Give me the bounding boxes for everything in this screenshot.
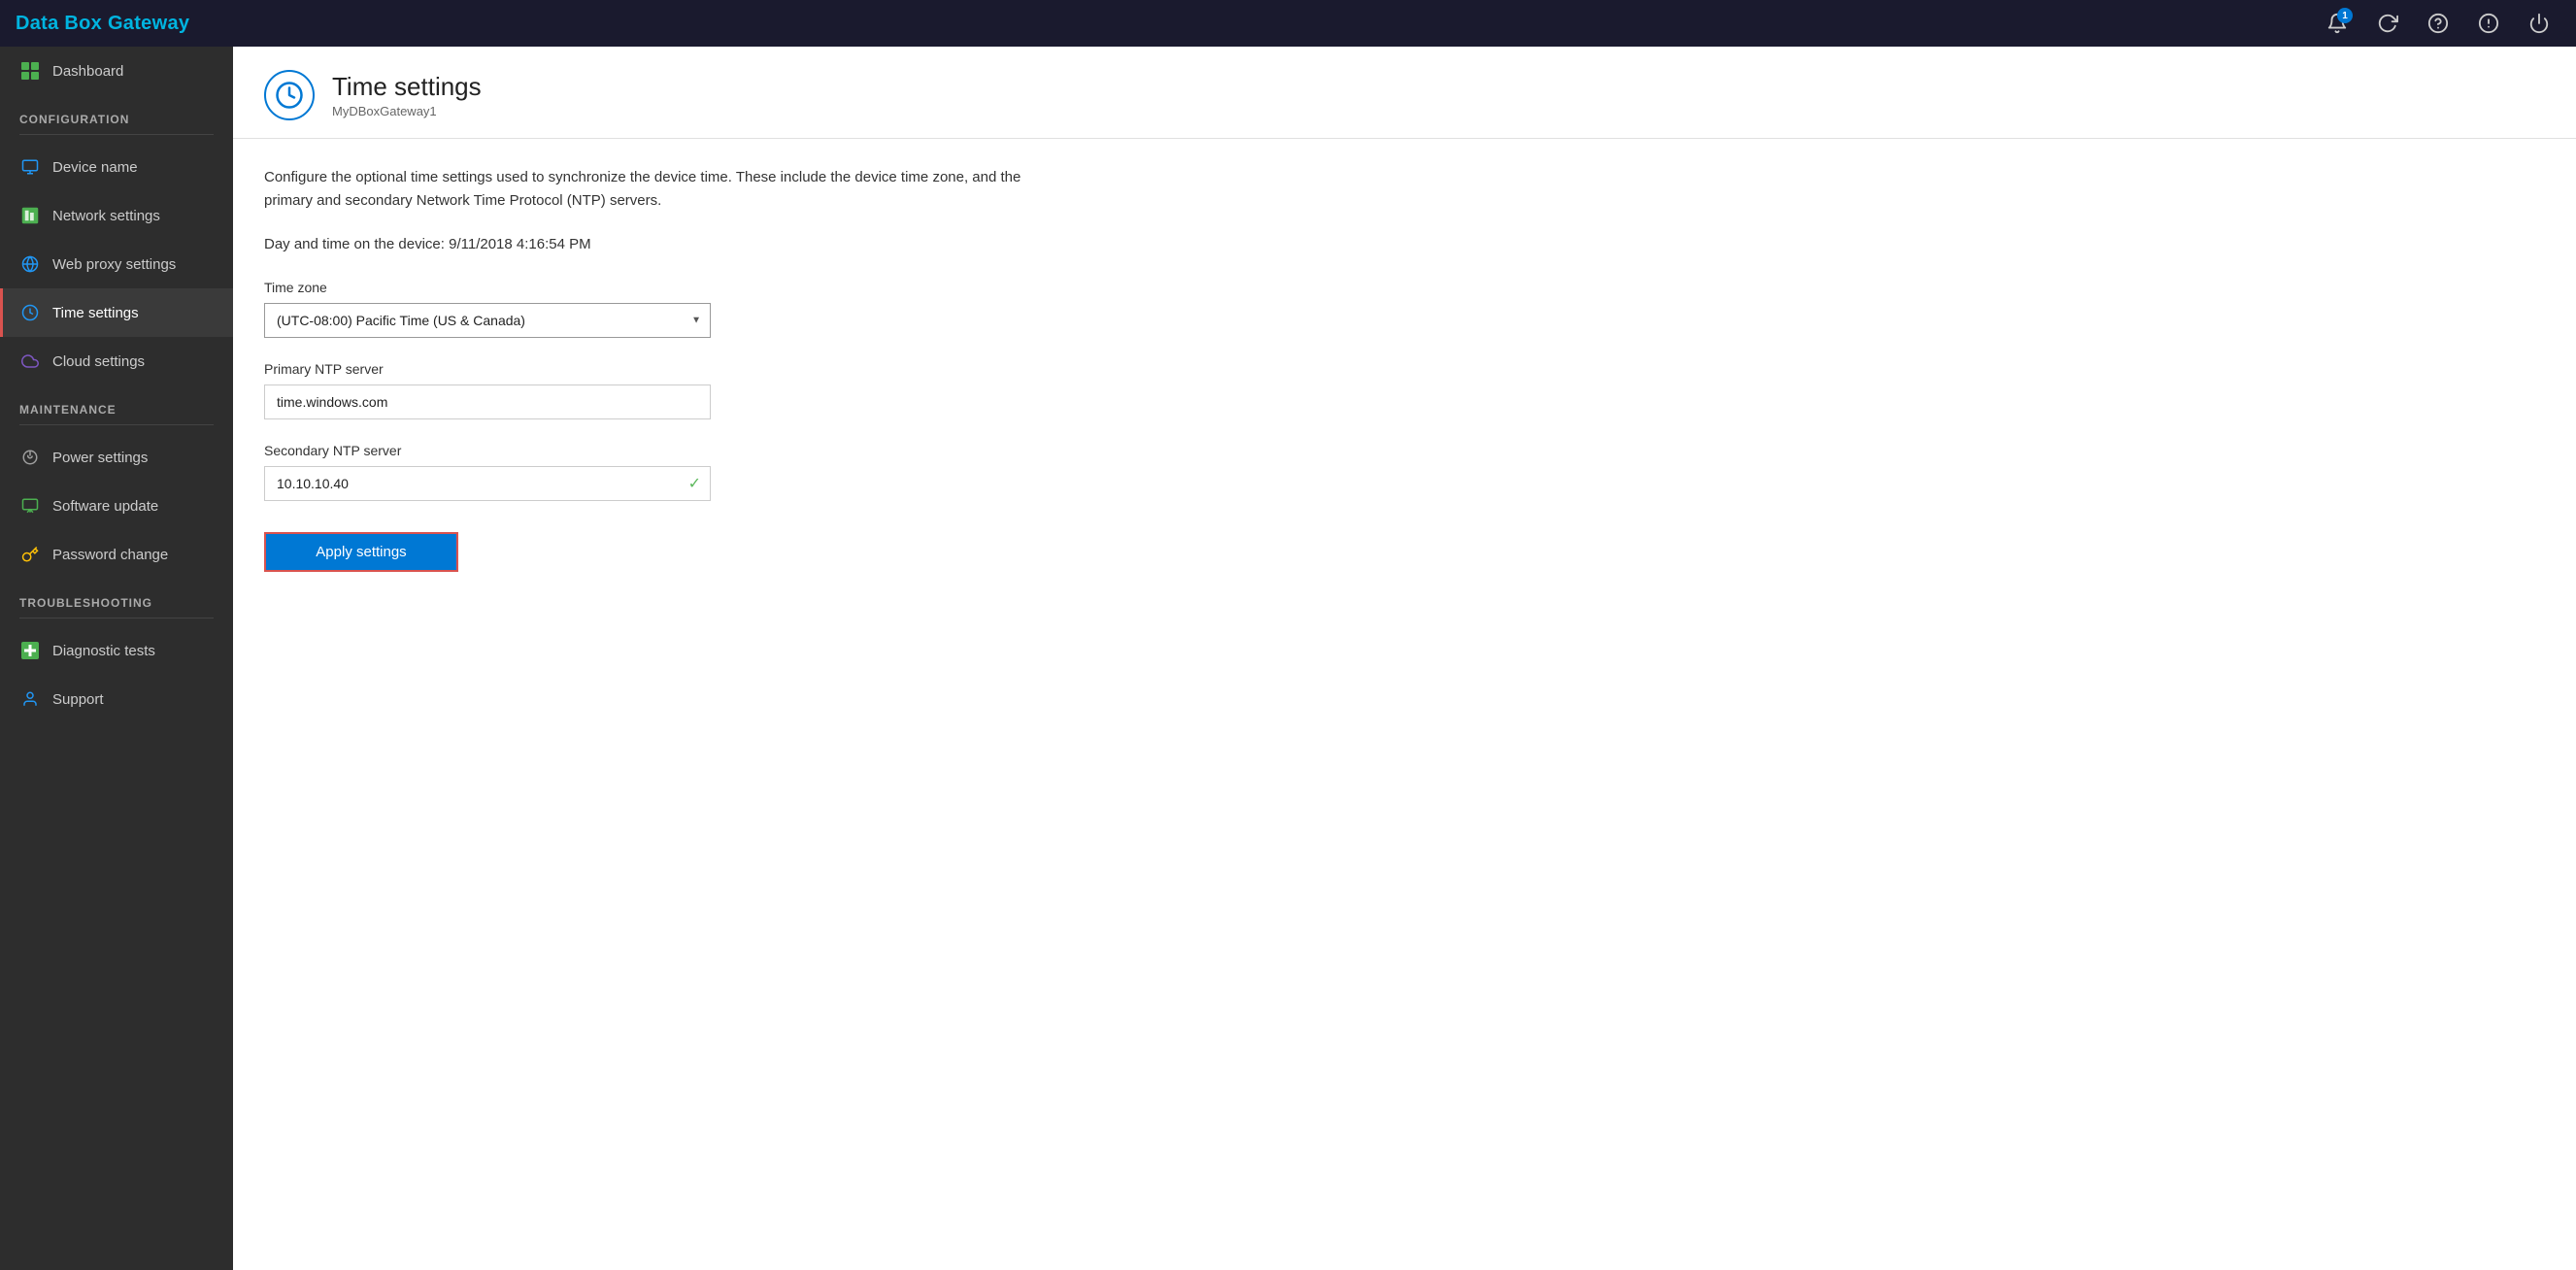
section-maintenance: MAINTENANCE bbox=[0, 385, 233, 422]
help-button[interactable] bbox=[2417, 2, 2459, 45]
sidebar-item-device-name[interactable]: Device name bbox=[0, 143, 233, 191]
page-header-icon bbox=[264, 70, 315, 120]
sidebar-item-time-settings[interactable]: Time settings bbox=[0, 288, 233, 337]
primary-ntp-input[interactable] bbox=[264, 384, 711, 419]
device-name-label: Device name bbox=[52, 159, 138, 176]
sidebar-item-cloud-settings[interactable]: Cloud settings bbox=[0, 337, 233, 385]
timezone-select[interactable]: (UTC-08:00) Pacific Time (US & Canada) (… bbox=[264, 303, 711, 338]
timezone-label: Time zone bbox=[264, 280, 711, 295]
network-settings-label: Network settings bbox=[52, 208, 160, 224]
device-time-val: 9/11/2018 4:16:54 PM bbox=[449, 236, 591, 252]
secondary-ntp-group: Secondary NTP server ✓ bbox=[264, 443, 711, 501]
cloud-settings-label: Cloud settings bbox=[52, 353, 145, 370]
timezone-select-wrapper: (UTC-08:00) Pacific Time (US & Canada) (… bbox=[264, 303, 711, 338]
secondary-ntp-input-wrapper: ✓ bbox=[264, 466, 711, 501]
sidebar-item-diagnostic[interactable]: Diagnostic tests bbox=[0, 626, 233, 675]
topbar: Data Box Gateway 1 bbox=[0, 0, 2576, 47]
main-content: Time settings MyDBoxGateway1 Configure t… bbox=[233, 47, 2576, 1270]
cloud-icon bbox=[19, 351, 41, 372]
support-label: Support bbox=[52, 691, 104, 708]
notification-button[interactable]: 1 bbox=[2316, 2, 2359, 45]
sidebar-item-dashboard[interactable]: Dashboard bbox=[0, 47, 233, 95]
time-settings-label: Time settings bbox=[52, 305, 139, 321]
sidebar-item-software-update[interactable]: Software update bbox=[0, 482, 233, 530]
software-update-label: Software update bbox=[52, 498, 158, 515]
power-settings-label: Power settings bbox=[52, 450, 148, 466]
time-icon bbox=[19, 302, 41, 323]
page-description: Configure the optional time settings use… bbox=[264, 166, 1041, 213]
sidebar: Dashboard CONFIGURATION Device name bbox=[0, 47, 233, 1270]
power-button[interactable] bbox=[2518, 2, 2560, 45]
refresh-button[interactable] bbox=[2366, 2, 2409, 45]
proxy-icon bbox=[19, 253, 41, 275]
brand-title: Data Box Gateway bbox=[16, 13, 189, 35]
dashboard-label: Dashboard bbox=[52, 63, 123, 80]
support-icon bbox=[19, 688, 41, 710]
device-time: Day and time on the device: 9/11/2018 4:… bbox=[264, 236, 2545, 252]
device-name-icon bbox=[19, 156, 41, 178]
sidebar-item-web-proxy[interactable]: Web proxy settings bbox=[0, 240, 233, 288]
section-troubleshooting: TROUBLESHOOTING bbox=[0, 579, 233, 616]
configuration-divider bbox=[19, 134, 214, 135]
maintenance-divider bbox=[19, 424, 214, 425]
page-header-text: Time settings MyDBoxGateway1 bbox=[332, 72, 482, 118]
secondary-ntp-check-icon: ✓ bbox=[688, 474, 701, 493]
sidebar-item-support[interactable]: Support bbox=[0, 675, 233, 723]
info-button[interactable] bbox=[2467, 2, 2510, 45]
web-proxy-label: Web proxy settings bbox=[52, 256, 176, 273]
password-icon bbox=[19, 544, 41, 565]
page-header: Time settings MyDBoxGateway1 bbox=[233, 47, 2576, 139]
password-change-label: Password change bbox=[52, 547, 168, 563]
sidebar-item-network-settings[interactable]: Network settings bbox=[0, 191, 233, 240]
primary-ntp-label: Primary NTP server bbox=[264, 361, 711, 377]
diagnostic-label: Diagnostic tests bbox=[52, 643, 155, 659]
device-time-label: Day and time on the device: bbox=[264, 236, 445, 252]
dashboard-icon bbox=[19, 60, 41, 82]
sidebar-item-password-change[interactable]: Password change bbox=[0, 530, 233, 579]
secondary-ntp-input[interactable] bbox=[264, 466, 711, 501]
notification-badge: 1 bbox=[2337, 8, 2353, 23]
software-icon bbox=[19, 495, 41, 517]
diagnostic-icon bbox=[19, 640, 41, 661]
power-icon bbox=[19, 447, 41, 468]
page-title: Time settings bbox=[332, 72, 482, 102]
page-body: Configure the optional time settings use… bbox=[233, 139, 2576, 599]
network-icon bbox=[19, 205, 41, 226]
section-configuration: CONFIGURATION bbox=[0, 95, 233, 132]
timezone-group: Time zone (UTC-08:00) Pacific Time (US &… bbox=[264, 280, 711, 338]
secondary-ntp-label: Secondary NTP server bbox=[264, 443, 711, 458]
topbar-icons: 1 bbox=[2316, 2, 2560, 45]
page-subtitle: MyDBoxGateway1 bbox=[332, 104, 482, 118]
apply-settings-button[interactable]: Apply settings bbox=[264, 532, 458, 572]
layout: Dashboard CONFIGURATION Device name bbox=[0, 47, 2576, 1270]
primary-ntp-group: Primary NTP server bbox=[264, 361, 711, 419]
sidebar-item-power-settings[interactable]: Power settings bbox=[0, 433, 233, 482]
